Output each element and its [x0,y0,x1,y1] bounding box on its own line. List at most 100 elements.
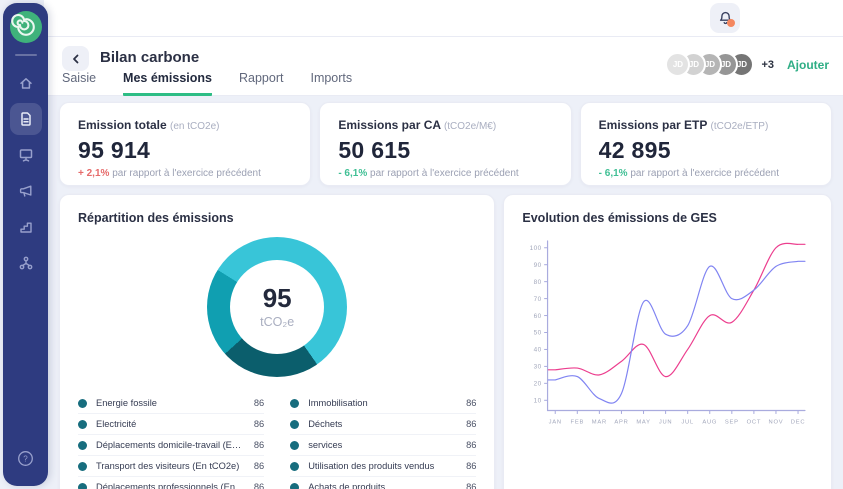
legend-item: services86 [290,435,476,456]
y-tick-label: 70 [534,296,542,303]
kpi-title: Emission totale (en tCO2e) [78,118,292,132]
kpi-card-emissions-par-etp: Emissions par ETP (tCO2e/ETP) 42 895 - 6… [580,102,832,186]
content-area: Emission totale (en tCO2e) 95 914 + 2,1%… [48,96,843,489]
avatar-more-count[interactable]: +3 [761,59,774,71]
app-window: ? Bilan carbone Saisie Mes émissions Rappo… [0,0,843,489]
tab-rapport[interactable]: Rapport [239,71,283,96]
tab-mes-missions[interactable]: Mes émissions [123,71,212,96]
kpi-unit: (en tCO2e) [170,121,219,132]
monitor-icon [18,147,34,163]
ges-line-chart[interactable]: 102030405060708090100JANFEBMARAPRMAYJUNJ… [522,229,813,439]
donut-chart: 95 tCO₂e [207,237,347,377]
legend-value: 86 [466,440,476,450]
kpi-card-emission-totale: Emission totale (en tCO2e) 95 914 + 2,1%… [59,102,311,186]
legend-label: Achats de produits [308,482,458,489]
sidebar-item-announcements[interactable] [10,175,42,207]
kpi-card-emissions-par-ca: Emissions par CA (tCO2e/M€) 50 615 - 6,1… [319,102,571,186]
back-button[interactable] [62,46,89,71]
x-tick-label: APR [615,419,629,425]
donut-total-unit: tCO₂e [260,315,294,329]
legend-bullet-icon [78,483,87,489]
legend-value: 86 [254,398,264,408]
legend-item: Energie fossile 86 [78,393,264,414]
greenly-logo-icon[interactable] [10,11,42,43]
tab-saisie[interactable]: Saisie [62,71,96,96]
sidebar-item-help[interactable]: ? [10,442,42,474]
sidebar-item-organization[interactable] [10,247,42,279]
legend-item: Déchets 86 [290,414,476,435]
notifications-button[interactable] [710,3,740,33]
donut-total-value: 95 [263,285,292,312]
legend-value: 86 [254,461,264,471]
sidebar-item-analytics[interactable] [10,211,42,243]
kpi-delta-percent: - 6,1% [338,168,367,179]
page-header: Bilan carbone Saisie Mes émissions Rapport… [44,37,843,96]
legend-value: 86 [254,482,264,489]
kpi-delta-percent: + 2,1% [78,168,109,179]
donut-center: 95 tCO₂e [230,260,324,354]
x-tick-label: SEP [725,419,739,425]
x-tick-label: JAN [549,419,562,425]
sidebar: ? [3,3,48,486]
line-chart-svg: 102030405060708090100JANFEBMARAPRMAYJUNJ… [522,229,813,434]
tab-bar: Saisie Mes émissions Rapport Imports [62,71,379,96]
y-tick-label: 20 [534,381,542,388]
legend-label: Déchets [308,419,458,429]
document-icon [18,111,34,127]
kpi-delta: + 2,1% par rapport à l'exercice précéden… [78,168,292,179]
home-icon [18,75,34,91]
emissions-pink-line [549,243,806,376]
legend-value: 86 [466,461,476,471]
kpi-title: Emissions par CA (tCO2e/M€) [338,118,552,132]
org-chart-icon [18,255,34,271]
legend-label: Energie fossile [96,398,246,408]
legend-value: 86 [466,419,476,429]
y-tick-label: 10 [534,398,542,405]
legend-bullet-icon [290,441,299,450]
kpi-value: 95 914 [78,137,292,164]
legend-value: 86 [254,440,264,450]
sidebar-item-presentation[interactable] [10,139,42,171]
repartition-card: Répartition des émissions 95 tCO₂e Energ… [59,194,495,489]
avatar-stack: JDJDJDJDJD [665,52,754,77]
svg-text:?: ? [23,454,28,463]
legend-bullet-icon [290,462,299,471]
legend-item: Déplacements professionnels (En tCO2e) 86 [78,477,264,489]
donut-chart-title: Répartition des émissions [78,211,476,225]
add-collaborator-button[interactable]: Ajouter [787,58,829,72]
legend-bullet-icon [290,483,299,489]
bar-chart-icon [18,219,34,235]
kpi-value: 50 615 [338,137,552,164]
legend-bullet-icon [78,462,87,471]
line-chart-title: Evolution des émissions de GES [522,211,813,225]
collaborators: JDJDJDJDJD +3 Ajouter [665,52,829,77]
page-title: Bilan carbone [100,49,199,66]
legend-label: Electricité [96,419,246,429]
y-tick-label: 50 [534,330,542,337]
legend-item: Achats de produits86 [290,477,476,489]
sidebar-item-documents[interactable] [10,103,42,135]
sidebar-item-home[interactable] [10,67,42,99]
legend-bullet-icon [78,420,87,429]
y-tick-label: 60 [534,313,542,320]
x-tick-label: JUN [659,419,673,425]
y-tick-label: 30 [534,364,542,371]
legend-item: Utilisation des produits vendus86 [290,456,476,477]
legend-column-left: Energie fossile86Electricité86Déplacemen… [78,393,264,489]
kpi-value: 42 895 [599,137,813,164]
x-tick-label: AUG [703,419,718,425]
kpi-delta: - 6,1% par rapport à l'exercice précéden… [599,168,813,179]
x-tick-label: FEB [571,419,585,425]
y-tick-label: 100 [530,245,542,252]
kpi-unit: (tCO2e/M€) [444,121,496,132]
legend-label: Déplacements professionnels (En tCO2e) [96,482,246,489]
legend-bullet-icon [78,399,87,408]
x-tick-label: MAR [592,419,607,425]
sidebar-divider [15,54,37,56]
kpi-delta-percent: - 6,1% [599,168,628,179]
topbar [44,0,843,37]
tab-imports[interactable]: Imports [310,71,352,96]
charts-row: Répartition des émissions 95 tCO₂e Energ… [59,194,832,489]
legend-label: Immobilisation [308,398,458,408]
legend-bullet-icon [290,399,299,408]
